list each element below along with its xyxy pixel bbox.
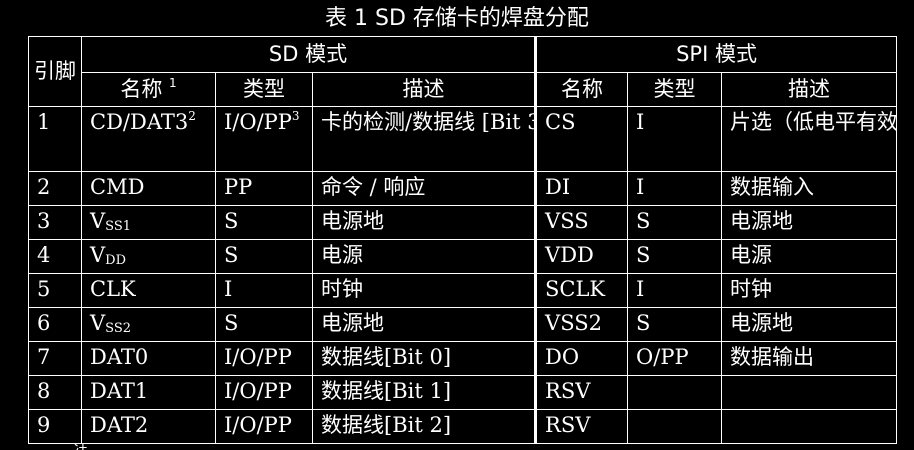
spi-name: VSS2 xyxy=(534,306,629,342)
spi-description: 电源地 xyxy=(721,204,898,240)
spi-name-header: 名称 xyxy=(534,72,629,107)
footnote: 注 xyxy=(74,444,88,450)
sd-name-header: 名称 1 xyxy=(81,72,216,107)
spi-type xyxy=(627,408,723,445)
spi-name: VSS xyxy=(534,204,629,240)
table-row: 1 CD/DAT32 I/O/PP3 卡的检测/数据线 [Bit 3] CS I 片选（低电… xyxy=(28,106,898,172)
table-row: 4 VDD S 电源 VDD S 电源 xyxy=(28,238,898,274)
sd-type: S xyxy=(215,238,313,274)
table-row: 7 DAT0 I/O/PP 数据线[Bit 0] DO O/PP 数据输出 xyxy=(28,340,898,376)
sd-description: 数据线[Bit 2] xyxy=(311,408,537,445)
sd-name: CD/DAT32 xyxy=(81,106,216,172)
sd-type: S xyxy=(215,306,313,342)
sd-name: VSS1 xyxy=(81,204,216,240)
spi-name: DI xyxy=(534,170,629,206)
sd-description: 电源地 xyxy=(311,204,537,240)
spi-type: S xyxy=(627,238,723,274)
pin-number: 4 xyxy=(28,238,82,274)
sd-name: CMD xyxy=(81,170,216,206)
sd-description: 数据线[Bit 1] xyxy=(311,374,537,410)
spi-type: S xyxy=(627,204,723,240)
spi-name: VDD xyxy=(534,238,629,274)
table-row: 8 DAT1 I/O/PP 数据线[Bit 1] RSV xyxy=(28,374,898,410)
spi-type: I xyxy=(627,272,723,308)
table-row: 9 DAT2 I/O/PP 数据线[Bit 2] RSV xyxy=(28,408,898,445)
sd-type: I xyxy=(215,272,313,308)
spi-type: O/PP xyxy=(627,340,723,376)
spi-desc-header: 描述 xyxy=(721,72,898,107)
spi-type-header: 类型 xyxy=(627,72,723,107)
spi-description: 数据输入 xyxy=(721,170,898,206)
sd-type: I/O/PP xyxy=(215,340,313,376)
sd-description: 时钟 xyxy=(311,272,537,308)
pin-number: 8 xyxy=(28,374,82,410)
sd-type: PP xyxy=(215,170,313,206)
sd-desc-header: 描述 xyxy=(311,72,537,107)
sd-type: I/O/PP xyxy=(215,374,313,410)
pin-number: 7 xyxy=(28,340,82,376)
spi-name: SCLK xyxy=(534,272,629,308)
spi-name: CS xyxy=(534,106,629,172)
sd-name: VDD xyxy=(81,238,216,274)
pin-number: 9 xyxy=(28,408,82,445)
sd-mode-header: SD 模式 xyxy=(80,36,537,73)
pin-assignment-table: 引脚 SD 模式 SPI 模式 名称 1 类型 描述 名称 类型 描述 1 CD/… xyxy=(28,36,898,445)
table-row: 2 CMD PP 命令 / 响应 DI I 数据输入 xyxy=(28,170,898,206)
table-row: 6 VSS2 S 电源地 VSS2 S 电源地 xyxy=(28,306,898,342)
sd-description: 卡的检测/数据线 [Bit 3] xyxy=(311,106,537,172)
sd-type-header: 类型 xyxy=(215,72,313,107)
sd-description: 数据线[Bit 0] xyxy=(311,340,537,376)
sd-type: I/O/PP xyxy=(215,408,313,445)
sd-description: 命令 / 响应 xyxy=(311,170,537,206)
spi-description: 片选（低电平有效） xyxy=(721,106,898,172)
spi-description: 时钟 xyxy=(721,272,898,308)
pin-number: 2 xyxy=(28,170,82,206)
pin-header: 引脚 xyxy=(28,36,82,107)
spi-type xyxy=(627,374,723,410)
spi-type: I xyxy=(627,170,723,206)
spi-description: 电源地 xyxy=(721,306,898,342)
pin-number: 6 xyxy=(28,306,82,342)
spi-description: 电源 xyxy=(721,238,898,274)
table-row: 3 VSS1 S 电源地 VSS S 电源地 xyxy=(28,204,898,240)
pin-number: 5 xyxy=(28,272,82,308)
pin-number: 3 xyxy=(28,204,82,240)
spi-description: 数据输出 xyxy=(721,340,898,376)
sd-name: DAT2 xyxy=(81,408,216,445)
spi-name: RSV xyxy=(534,374,629,410)
sd-name: CLK xyxy=(81,272,216,308)
spi-description xyxy=(721,374,898,410)
sd-description: 电源地 xyxy=(311,306,537,342)
spi-type: I xyxy=(627,106,723,172)
pin-number: 1 xyxy=(28,106,82,172)
sd-name: DAT1 xyxy=(81,374,216,410)
table-caption: 表 1 SD 存储卡的焊盘分配 xyxy=(325,6,589,31)
sd-type: S xyxy=(215,204,313,240)
table-row: 5 CLK I 时钟 SCLK I 时钟 xyxy=(28,272,898,308)
spi-name: RSV xyxy=(534,408,629,445)
spi-type: S xyxy=(627,306,723,342)
sd-name: DAT0 xyxy=(81,340,216,376)
sd-name: VSS2 xyxy=(81,306,216,342)
spi-mode-header: SPI 模式 xyxy=(534,36,898,73)
spi-description xyxy=(721,408,898,445)
sd-type: I/O/PP3 xyxy=(215,106,313,172)
spi-name: DO xyxy=(534,340,629,376)
sd-description: 电源 xyxy=(311,238,537,274)
